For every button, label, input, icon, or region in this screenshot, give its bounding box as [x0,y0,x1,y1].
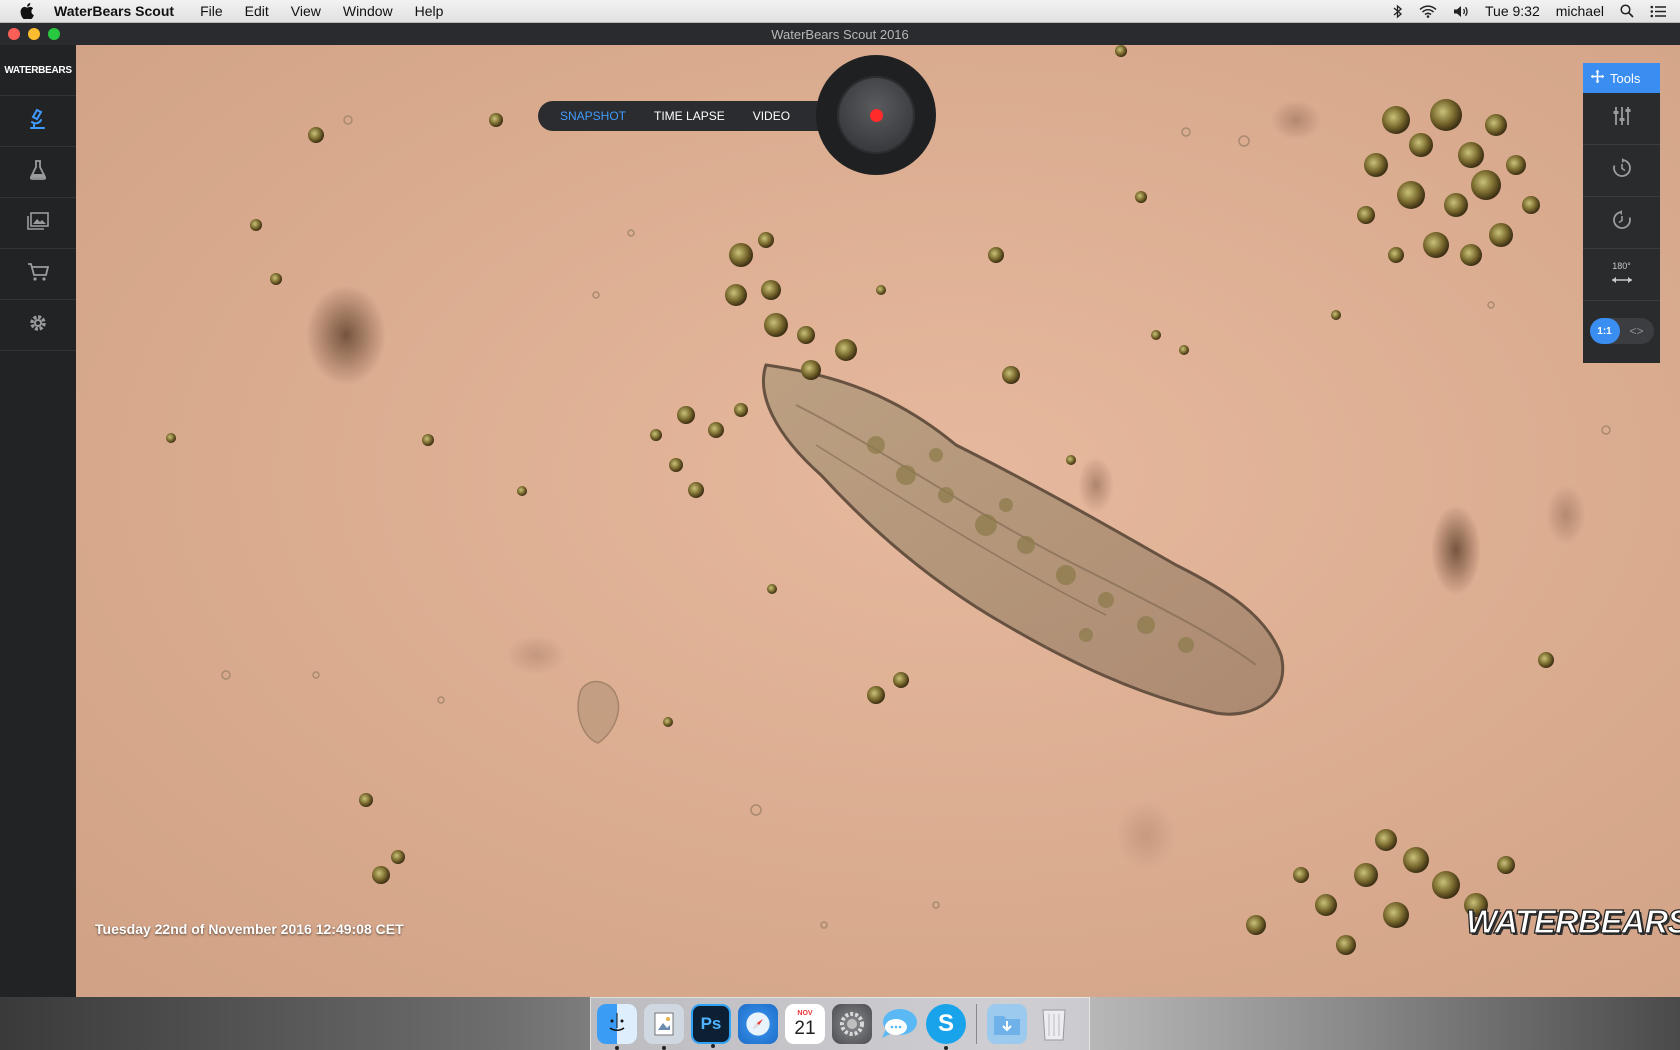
traffic-lights [8,28,60,40]
microscope-live-view[interactable]: SNAPSHOT TIME LAPSE VIDEO Tools 180° 1:1… [76,45,1680,997]
skype-icon[interactable]: S [926,1004,966,1050]
downloads-icon[interactable] [987,1004,1027,1044]
notification-center-icon[interactable] [1650,5,1666,18]
volume-icon[interactable] [1453,5,1469,18]
tab-time-lapse[interactable]: TIME LAPSE [654,109,725,123]
clock[interactable]: Tue 9:32 [1485,3,1540,19]
menu-window[interactable]: Window [343,3,393,19]
record-dot-icon [869,108,883,122]
sliders-icon [1612,106,1632,131]
app-logo: WATERBEARS [0,45,76,96]
zoom-window-button[interactable] [48,28,60,40]
wifi-icon[interactable] [1419,4,1437,18]
dock-separator [976,1004,977,1044]
spotlight-search-icon[interactable] [1620,4,1634,18]
zoom-toggle[interactable]: 1:1 <> [1583,301,1660,361]
tab-video[interactable]: VIDEO [753,109,790,123]
sidebar-item-microscope[interactable] [0,96,76,147]
sidebar-item-lab[interactable] [0,147,76,198]
record-button-face [837,76,915,154]
sidebar-item-shop[interactable] [0,249,76,300]
sidebar-item-gallery[interactable] [0,198,76,249]
minimize-window-button[interactable] [28,28,40,40]
menu-edit[interactable]: Edit [245,3,269,19]
calendar-month: NOV [797,1009,813,1017]
app-menu-title[interactable]: WaterBears Scout [54,3,174,19]
photoshop-icon[interactable]: Ps [691,1004,731,1048]
user-name[interactable]: michael [1556,3,1604,19]
capture-timestamp: Tuesday 22nd of November 2016 12:49:08 C… [95,921,404,937]
gear-icon [28,313,48,338]
rotate-clockwise-button[interactable] [1583,145,1660,197]
sidebar-item-settings[interactable] [0,300,76,351]
app-window: WaterBears Scout 2016 WATERBEARS SNAPSHO… [0,23,1680,997]
status-area: Tue 9:32 michael [1393,0,1666,22]
photoshop-label: Ps [700,1014,722,1033]
menu-bar: WaterBears Scout File Edit View Window H… [0,0,1680,23]
record-button[interactable] [816,55,936,175]
messages-icon[interactable] [879,1004,919,1044]
flip-horizontal-icon [1611,271,1633,289]
zoom-1-1-option[interactable]: 1:1 [1589,318,1620,344]
finder-icon[interactable] [597,1004,637,1050]
rotate-counterclockwise-button[interactable] [1583,197,1660,249]
rotate-clockwise-icon [1612,158,1632,183]
running-indicator [944,1046,948,1050]
trash-icon[interactable] [1034,1004,1074,1044]
calendar-icon[interactable]: NOV 21 [785,1004,825,1044]
close-window-button[interactable] [8,28,20,40]
sidebar: WATERBEARS [0,45,77,997]
tools-title: Tools [1610,70,1641,86]
bluetooth-icon[interactable] [1393,4,1403,19]
skype-label: S [937,1010,954,1037]
window-title: WaterBears Scout 2016 [771,26,909,42]
safari-icon[interactable] [738,1004,778,1044]
menu-help[interactable]: Help [415,3,444,19]
flip-180-button[interactable]: 180° [1583,249,1660,301]
microscope-icon [28,108,48,135]
apple-icon[interactable] [18,2,36,20]
cart-icon [27,262,50,286]
running-indicator [615,1046,619,1050]
tab-snapshot[interactable]: SNAPSHOT [560,109,626,123]
title-bar: WaterBears Scout 2016 [0,23,1680,45]
preview-icon[interactable] [644,1004,684,1050]
watermark-logo: WATERBEARS [1465,902,1680,940]
running-indicator [711,1044,715,1048]
calendar-day: 21 [794,1017,816,1039]
adjustments-button[interactable] [1583,93,1660,145]
running-indicator [662,1046,666,1050]
capture-mode-bar: SNAPSHOT TIME LAPSE VIDEO [538,101,838,131]
gallery-icon [27,211,49,235]
menu-view[interactable]: View [291,3,321,19]
flask-icon [29,159,47,185]
zoom-toggle-track: 1:1 <> [1589,318,1654,344]
system-preferences-icon[interactable] [832,1004,872,1044]
rotate-counterclockwise-icon [1612,210,1632,235]
zoom-fit-option[interactable]: <> [1620,324,1654,338]
flip-180-label: 180° [1612,260,1631,271]
tools-panel: Tools 180° 1:1 <> [1583,63,1660,363]
move-icon [1591,70,1604,86]
menu-file[interactable]: File [200,3,223,19]
tools-header[interactable]: Tools [1583,63,1660,93]
sample-image [76,45,1680,997]
dock: Ps NOV 21 S [590,997,1090,1050]
